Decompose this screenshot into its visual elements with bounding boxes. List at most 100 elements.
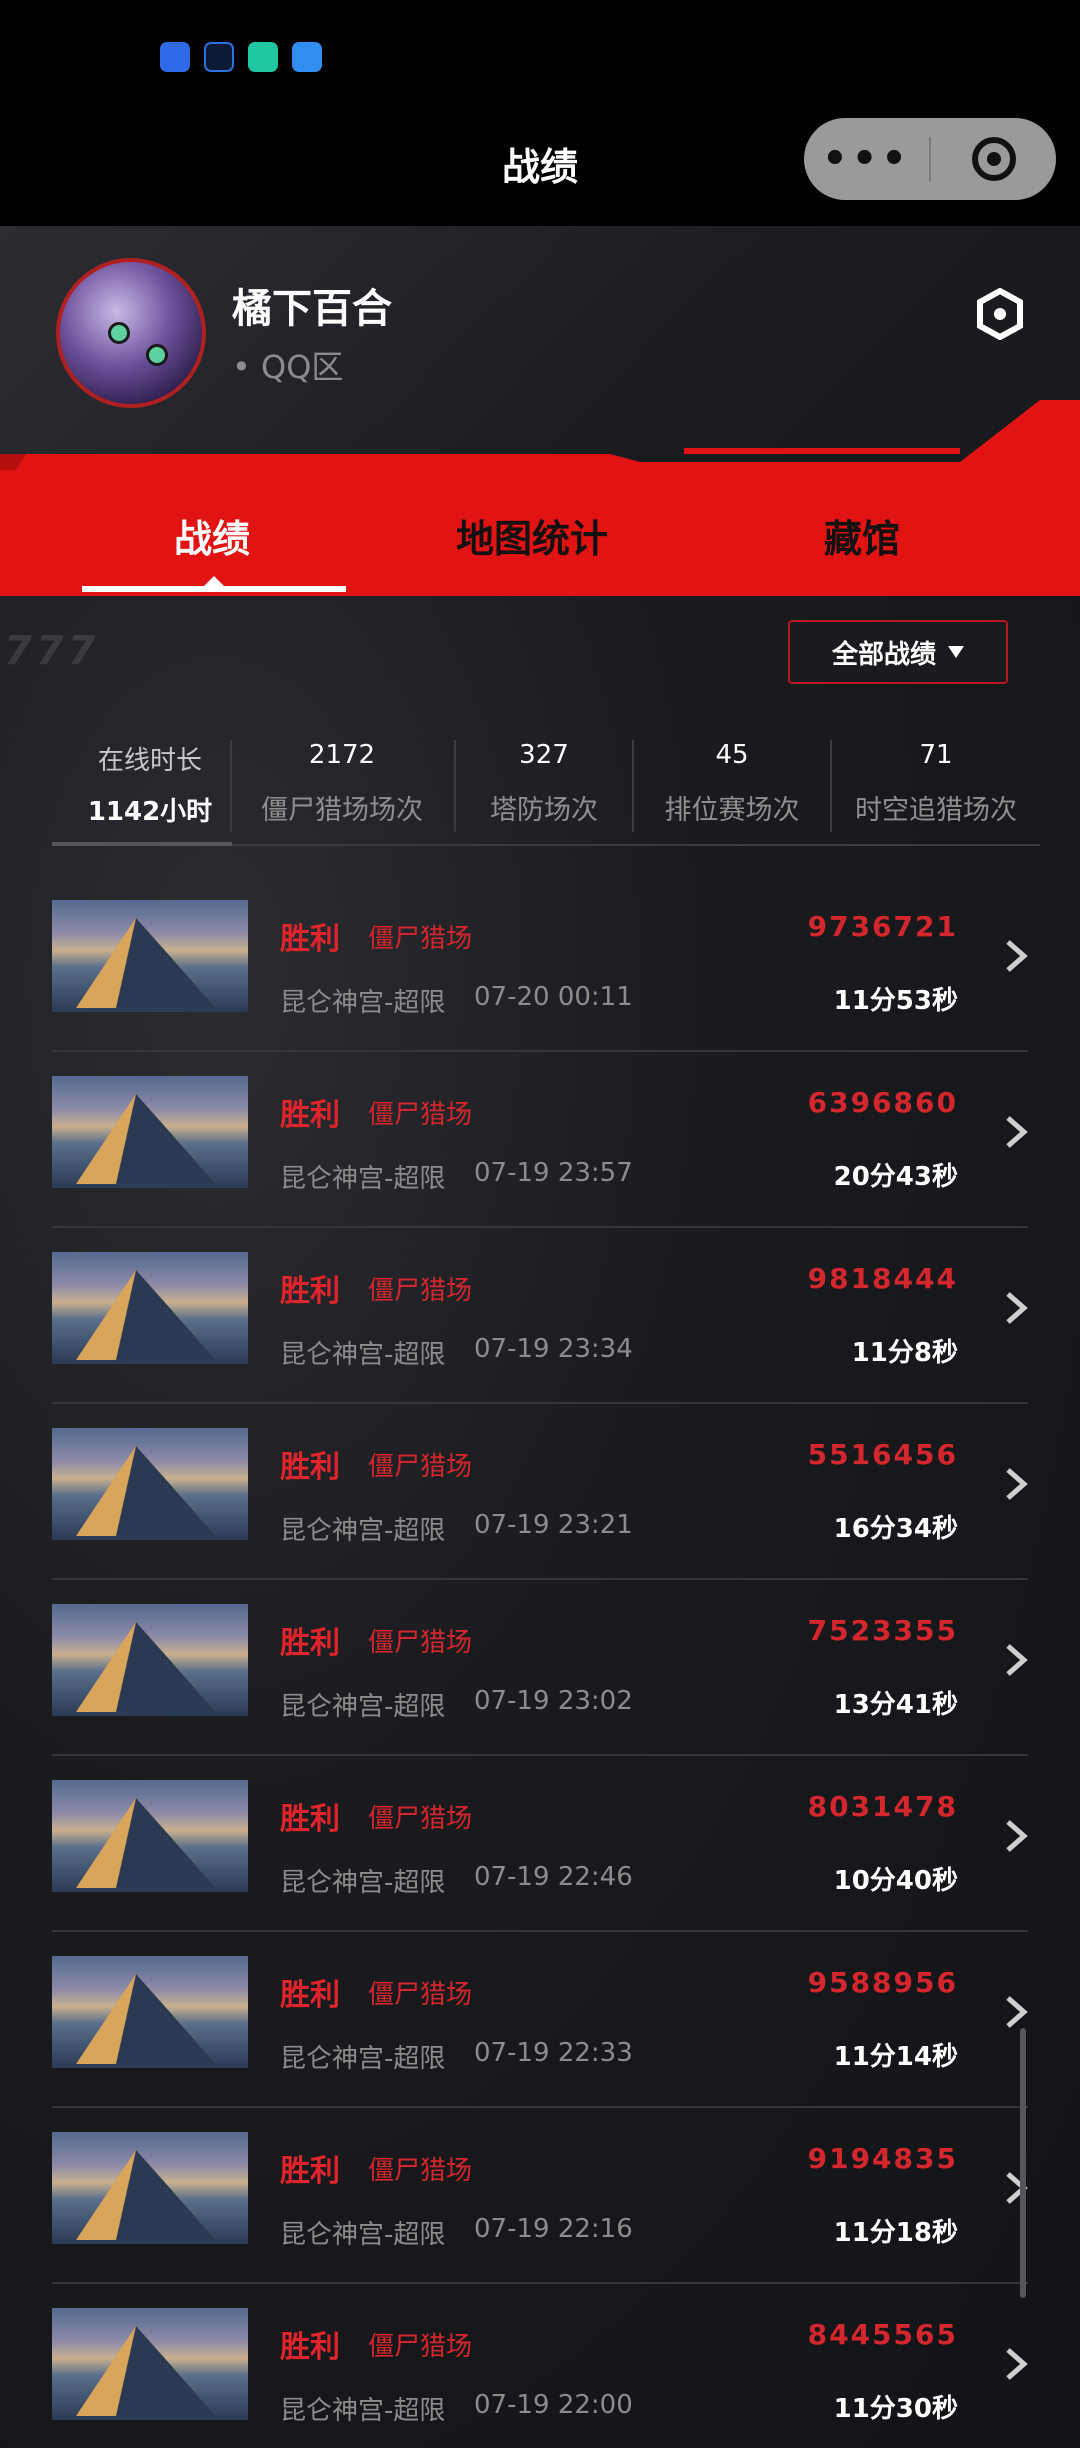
match-result: 胜利	[280, 922, 340, 957]
tab-records[interactable]: 战绩	[174, 508, 250, 563]
match-mode: 僵尸猎场	[368, 2332, 473, 2362]
map-thumbnail	[52, 1252, 248, 1364]
chevron-right-icon	[1006, 940, 1028, 972]
match-duration: 11分53秒	[833, 986, 958, 1016]
page: 战绩 ••• 橘下百合 • QQ区 战绩 地图统计 藏馆 777 全部战绩 在线…	[0, 0, 1080, 2448]
stat-label: 在线时长	[97, 746, 202, 776]
map-thumbnail	[52, 900, 248, 1012]
match-map: 昆仑神宫-超限	[280, 2396, 446, 2426]
match-mode: 僵尸猎场	[368, 1452, 473, 1482]
match-duration: 20分43秒	[833, 1162, 958, 1192]
records-filter-dropdown[interactable]: 全部战绩	[788, 620, 1008, 684]
match-time: 07-19 22:46	[474, 1862, 633, 1892]
match-map: 昆仑神宫-超限	[280, 1164, 446, 1194]
avatar[interactable]	[56, 258, 206, 408]
target-icon	[971, 137, 1016, 181]
chevron-right-icon	[1006, 2348, 1028, 2380]
match-mode: 僵尸猎场	[368, 1804, 473, 1834]
match-row[interactable]: 胜利 僵尸猎场 9818444 昆仑神宫-超限 07-19 23:34 11分8…	[0, 1228, 1080, 1404]
app-notification-icon	[292, 42, 322, 72]
match-result: 胜利	[280, 1098, 340, 1133]
match-mode: 僵尸猎场	[368, 1100, 473, 1130]
stat-zombie-hunt: 2172 僵尸猎场场次	[232, 728, 452, 828]
match-row[interactable]: 胜利 僵尸猎场 8445565 昆仑神宫-超限 07-19 22:00 11分3…	[0, 2284, 1080, 2448]
stat-ranked: 45 排位赛场次	[634, 728, 830, 828]
match-row[interactable]: 胜利 僵尸猎场 9194835 昆仑神宫-超限 07-19 22:16 11分1…	[0, 2108, 1080, 2284]
username: 橘下百合	[232, 286, 392, 332]
filter-label: 全部战绩	[831, 639, 936, 670]
stat-label: 塔防场次	[490, 795, 598, 826]
tab-band-background	[0, 400, 1080, 596]
match-result: 胜利	[280, 1274, 340, 1309]
match-duration: 11分14秒	[833, 2042, 958, 2072]
nav-bar: 战绩 •••	[0, 110, 1080, 226]
match-score: 8031478	[807, 1790, 958, 1823]
chevron-right-icon	[1006, 1116, 1028, 1148]
tab-map-stats[interactable]: 地图统计	[456, 508, 608, 563]
match-score: 9818444	[807, 1262, 958, 1295]
match-row[interactable]: 胜利 僵尸猎场 9736721 昆仑神宫-超限 07-20 00:11 11分5…	[0, 876, 1080, 1052]
map-thumbnail	[52, 1076, 248, 1188]
chevron-right-icon	[1006, 1292, 1028, 1324]
match-row[interactable]: 胜利 僵尸猎场 6396860 昆仑神宫-超限 07-19 23:57 20分4…	[0, 1052, 1080, 1228]
match-time: 07-19 23:34	[474, 1334, 633, 1364]
match-row[interactable]: 胜利 僵尸猎场 7523355 昆仑神宫-超限 07-19 23:02 13分4…	[0, 1580, 1080, 1756]
match-duration: 13分41秒	[833, 1690, 958, 1720]
server-label: • QQ区	[232, 348, 344, 386]
match-duration: 11分30秒	[833, 2394, 958, 2424]
match-mode: 僵尸猎场	[368, 1980, 473, 2010]
tab-band: 战绩 地图统计 藏馆	[0, 390, 1080, 596]
chevron-right-icon	[1006, 1644, 1028, 1676]
match-mode: 僵尸猎场	[368, 924, 473, 954]
stat-value: 1142小时	[87, 797, 213, 827]
settings-hex-icon[interactable]	[976, 288, 1024, 340]
stat-value: 71	[919, 740, 953, 770]
match-duration: 16分34秒	[833, 1514, 958, 1544]
stat-label: 时空追猎场次	[855, 795, 1017, 826]
match-time: 07-19 23:57	[474, 1158, 633, 1188]
map-thumbnail	[52, 1956, 248, 2068]
match-time: 07-19 23:02	[474, 1686, 633, 1716]
active-tab-caret	[204, 576, 224, 586]
match-result: 胜利	[280, 1450, 340, 1485]
match-mode: 僵尸猎场	[368, 1276, 473, 1306]
stat-tower-defense: 327 塔防场次	[456, 728, 632, 828]
chevron-right-icon	[1006, 1820, 1028, 1852]
match-score: 9588956	[807, 1966, 958, 1999]
match-map: 昆仑神宫-超限	[280, 2220, 446, 2250]
map-thumbnail	[52, 2132, 248, 2244]
match-map: 昆仑神宫-超限	[280, 2044, 446, 2074]
match-result: 胜利	[280, 1626, 340, 1661]
match-score: 8445565	[807, 2318, 958, 2351]
match-row[interactable]: 胜利 僵尸猎场 5516456 昆仑神宫-超限 07-19 23:21 16分3…	[0, 1404, 1080, 1580]
match-score: 5516456	[807, 1438, 958, 1471]
tab-collection[interactable]: 藏馆	[824, 508, 900, 563]
match-score: 6396860	[807, 1086, 958, 1119]
match-score: 9194835	[807, 2142, 958, 2175]
match-duration: 11分18秒	[833, 2218, 958, 2248]
stats-summary: 在线时长 1142小时 2172 僵尸猎场场次 327 塔防场次 45 排位赛场…	[52, 728, 1040, 848]
match-map: 昆仑神宫-超限	[280, 1340, 446, 1370]
match-result: 胜利	[280, 1978, 340, 2013]
match-score: 9736721	[807, 910, 958, 943]
map-thumbnail	[52, 1604, 248, 1716]
close-mini-program-button[interactable]	[931, 137, 1056, 181]
match-time: 07-19 22:33	[474, 2038, 633, 2068]
scrollbar[interactable]	[1020, 2028, 1026, 2298]
map-thumbnail	[52, 2308, 248, 2420]
match-time: 07-19 22:00	[474, 2390, 633, 2420]
match-row[interactable]: 胜利 僵尸猎场 9588956 昆仑神宫-超限 07-19 22:33 11分1…	[0, 1932, 1080, 2108]
more-menu-button[interactable]: •••	[804, 136, 929, 182]
chevron-right-icon	[1006, 1996, 1028, 2028]
active-tab-underline	[82, 586, 346, 592]
match-time: 07-19 23:21	[474, 1510, 633, 1540]
match-result: 胜利	[280, 2154, 340, 2189]
decorative-pattern: 777	[4, 628, 100, 674]
status-notification-icons	[160, 42, 322, 72]
app-notification-icon	[204, 42, 234, 72]
match-row[interactable]: 胜利 僵尸猎场 8031478 昆仑神宫-超限 07-19 22:46 10分4…	[0, 1756, 1080, 1932]
stat-time-hunt: 71 时空追猎场次	[832, 728, 1040, 828]
stat-label: 僵尸猎场场次	[261, 795, 423, 826]
caret-down-icon	[948, 646, 964, 658]
stat-label: 排位赛场次	[664, 795, 800, 826]
